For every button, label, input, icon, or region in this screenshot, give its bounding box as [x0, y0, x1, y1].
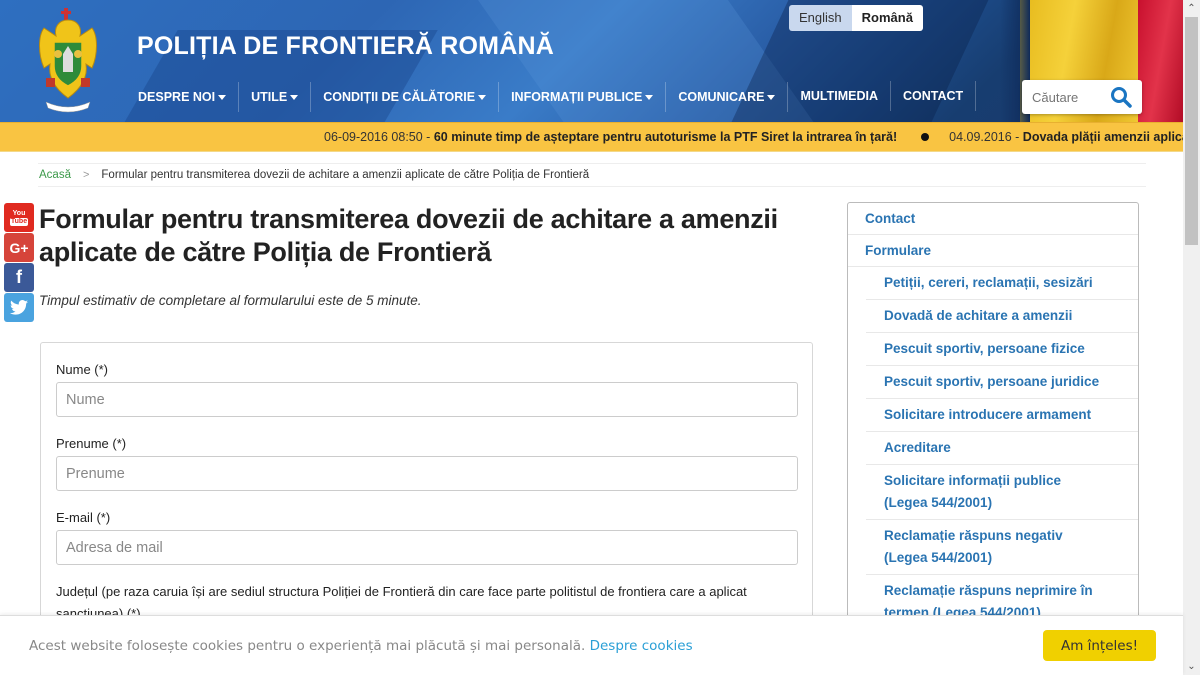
facebook-icon[interactable]: f [4, 263, 34, 292]
page-scrollbar[interactable]: ⌃ ⌄ [1183, 0, 1200, 675]
nav-label: DESPRE NOI [138, 90, 216, 104]
form-duration-note: Timpul estimativ de completare al formul… [39, 293, 422, 308]
social-links: You Tube G+ f [4, 203, 34, 323]
ticker-item[interactable]: 04.09.2016 - Dovada plății amenzii aplic… [949, 130, 1183, 144]
sidebar-menu: Contact Formulare Petiții, cereri, recla… [847, 202, 1139, 642]
youtube-label: Tube [9, 217, 29, 226]
nav-label: COMUNICARE [678, 90, 765, 104]
search-box [1022, 80, 1142, 114]
sidebar-subitem[interactable]: Solicitare introducere armament [866, 399, 1138, 432]
breadcrumb: Acasă > Formular pentru transmiterea dov… [38, 163, 1146, 187]
youtube-label: You [12, 209, 26, 217]
breadcrumb-separator-icon: > [82, 169, 90, 181]
breadcrumb-home-link[interactable]: Acasă [39, 169, 71, 181]
sidebar-subitem[interactable]: Reclamație răspuns negativ (Legea 544/20… [866, 520, 1138, 575]
google-plus-icon[interactable]: G+ [4, 233, 34, 262]
nav-comunicare[interactable]: COMUNICARE [666, 82, 789, 112]
main-nav: DESPRE NOI UTILE CONDIȚII DE CĂLĂTORIE I… [126, 80, 977, 112]
ticker-headline: 60 minute timp de așteptare pentru autot… [433, 130, 898, 144]
caret-down-icon [290, 94, 299, 100]
site-header: POLIȚIA DE FRONTIERĂ ROMÂNĂ English Româ… [0, 0, 1183, 122]
ticker-separator: - [422, 130, 434, 144]
language-english[interactable]: English [789, 5, 852, 31]
search-icon[interactable] [1108, 84, 1134, 110]
bullet-icon [921, 133, 930, 141]
nav-contact[interactable]: CONTACT [891, 80, 977, 111]
cookie-message: Acest website folosește cookies pentru o… [29, 638, 693, 654]
scrollbar-thumb[interactable] [1185, 17, 1198, 245]
twitter-bird-icon [10, 300, 28, 315]
sidebar-item-contact[interactable]: Contact [848, 203, 1138, 235]
language-switcher: English Română [789, 5, 923, 31]
nume-input[interactable] [56, 382, 798, 417]
google-plus-label: G+ [9, 239, 29, 256]
site-title[interactable]: POLIȚIA DE FRONTIERĂ ROMÂNĂ [137, 32, 554, 61]
page-title: Formular pentru transmiterea dovezii de … [39, 204, 778, 267]
form-container: Nume (*) Prenume (*) E-mail (*) Județul … [40, 342, 813, 642]
sidebar-subitem[interactable]: Pescuit sportiv, persoane juridice [866, 366, 1138, 399]
language-romanian[interactable]: Română [851, 5, 923, 31]
search-input[interactable] [1022, 89, 1108, 105]
cookie-info-link[interactable]: Despre cookies [590, 638, 693, 654]
youtube-icon[interactable]: You Tube [4, 203, 34, 232]
nav-label: CONTACT [902, 88, 964, 103]
nav-conditii-de-calatorie[interactable]: CONDIȚII DE CĂLĂTORIE [311, 82, 500, 112]
breadcrumb-current: Formular pentru transmiterea dovezii de … [101, 169, 590, 181]
scroll-up-icon[interactable]: ⌃ [1183, 0, 1200, 17]
nav-informatii-publice[interactable]: INFORMAȚII PUBLICE [499, 82, 667, 112]
prenume-label: Prenume (*) [56, 436, 127, 451]
ticker-date: 06-09-2016 08:50 [324, 130, 423, 144]
email-label: E-mail (*) [56, 510, 111, 525]
news-ticker: 06-09-2016 08:50 - 60 minute timp de așt… [0, 122, 1183, 152]
caret-down-icon [478, 94, 487, 100]
sidebar-subitem[interactable]: Acreditare [866, 432, 1138, 465]
ticker-separator: - [1011, 130, 1023, 144]
ticker-item[interactable]: 06-09-2016 08:50 - 60 minute timp de așt… [324, 130, 897, 144]
sidebar-subitem[interactable]: Petiții, cereri, reclamații, sesizări [866, 267, 1138, 300]
nav-label: MULTIMEDIA [800, 88, 878, 103]
nume-label: Nume (*) [56, 362, 109, 377]
cookie-banner: Acest website folosește cookies pentru o… [0, 615, 1183, 675]
nav-multimedia[interactable]: MULTIMEDIA [788, 80, 891, 111]
nav-utile[interactable]: UTILE [239, 82, 312, 112]
cookie-accept-button[interactable]: Am înțeles! [1043, 630, 1156, 661]
caret-down-icon [218, 94, 227, 100]
ticker-headline: Dovada plății amenzii aplicate de Poliți… [1022, 130, 1183, 144]
nav-label: INFORMAȚII PUBLICE [511, 90, 643, 104]
email-input[interactable] [56, 530, 798, 565]
nav-despre-noi[interactable]: DESPRE NOI [126, 82, 240, 112]
scroll-down-icon[interactable]: ⌄ [1183, 658, 1200, 675]
facebook-label: f [16, 267, 22, 287]
nav-label: CONDIȚII DE CĂLĂTORIE [323, 90, 476, 104]
coat-of-arms-icon[interactable] [36, 6, 100, 114]
caret-down-icon [767, 94, 776, 100]
nav-label: UTILE [251, 90, 288, 104]
sidebar-item-formulare[interactable]: Formulare [848, 235, 1138, 267]
ticker-date: 04.09.2016 [949, 130, 1012, 144]
sidebar-subitem[interactable]: Pescuit sportiv, persoane fizice [866, 333, 1138, 366]
prenume-input[interactable] [56, 456, 798, 491]
twitter-icon[interactable] [4, 293, 34, 322]
sidebar-subitem[interactable]: Solicitare informații publice (Legea 544… [866, 465, 1138, 520]
caret-down-icon [645, 94, 654, 100]
cookie-text: Acest website folosește cookies pentru o… [29, 638, 586, 654]
sidebar-subitem[interactable]: Dovadă de achitare a amenzii [866, 300, 1138, 333]
